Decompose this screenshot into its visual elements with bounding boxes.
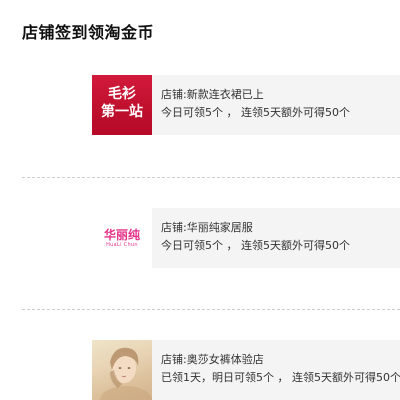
thumbnail-text: 毛衫 [108, 86, 136, 102]
shop-info[interactable]: 店铺:奥莎女裤体验店 已领1天，明日可领5个 ， 连领5天额外可得50个 [152, 340, 400, 400]
shop-info[interactable]: 店铺:新款连衣裙已上 今日可领5个 ， 连领5天额外可得50个 [152, 75, 400, 135]
logo-subtext: HuaLi Chun [106, 242, 138, 248]
shop-photo[interactable] [92, 340, 152, 400]
divider [22, 177, 400, 178]
shop-thumbnail[interactable]: 毛衫 第一站 [92, 75, 152, 135]
shop-reward-text: 今日可领5个 ， 连领5天额外可得50个 [161, 239, 350, 252]
shop-reward-text: 今日可领5个 ， 连领5天额外可得50个 [161, 106, 350, 119]
divider [22, 309, 400, 310]
shop-card[interactable]: 华丽纯 HuaLi Chun 店铺:华丽纯家居服 今日可领5个 ， 连领5天额外… [92, 208, 400, 268]
shop-name[interactable]: 店铺:新款连衣裙已上 [161, 86, 400, 104]
shop-name[interactable]: 店铺:华丽纯家居服 [161, 219, 400, 237]
logo-text: 华丽纯 [103, 228, 140, 242]
photo-figure-icon [100, 347, 152, 400]
shop-info[interactable]: 店铺:华丽纯家居服 今日可领5个 ， 连领5天额外可得50个 [152, 208, 400, 268]
shop-card[interactable]: 店铺:奥莎女裤体验店 已领1天，明日可领5个 ， 连领5天额外可得50个 [92, 340, 400, 400]
thumbnail-text: 第一站 [101, 104, 143, 120]
shop-name[interactable]: 店铺:奥莎女裤体验店 [161, 351, 400, 369]
shop-card[interactable]: 毛衫 第一站 店铺:新款连衣裙已上 今日可领5个 ， 连领5天额外可得50个 [92, 75, 400, 135]
page-title: 店铺签到领淘金币 [22, 23, 155, 42]
shop-reward-text: 已领1天，明日可领5个 ， 连领5天额外可得50个 [161, 371, 400, 384]
shop-logo[interactable]: 华丽纯 HuaLi Chun [92, 208, 152, 268]
